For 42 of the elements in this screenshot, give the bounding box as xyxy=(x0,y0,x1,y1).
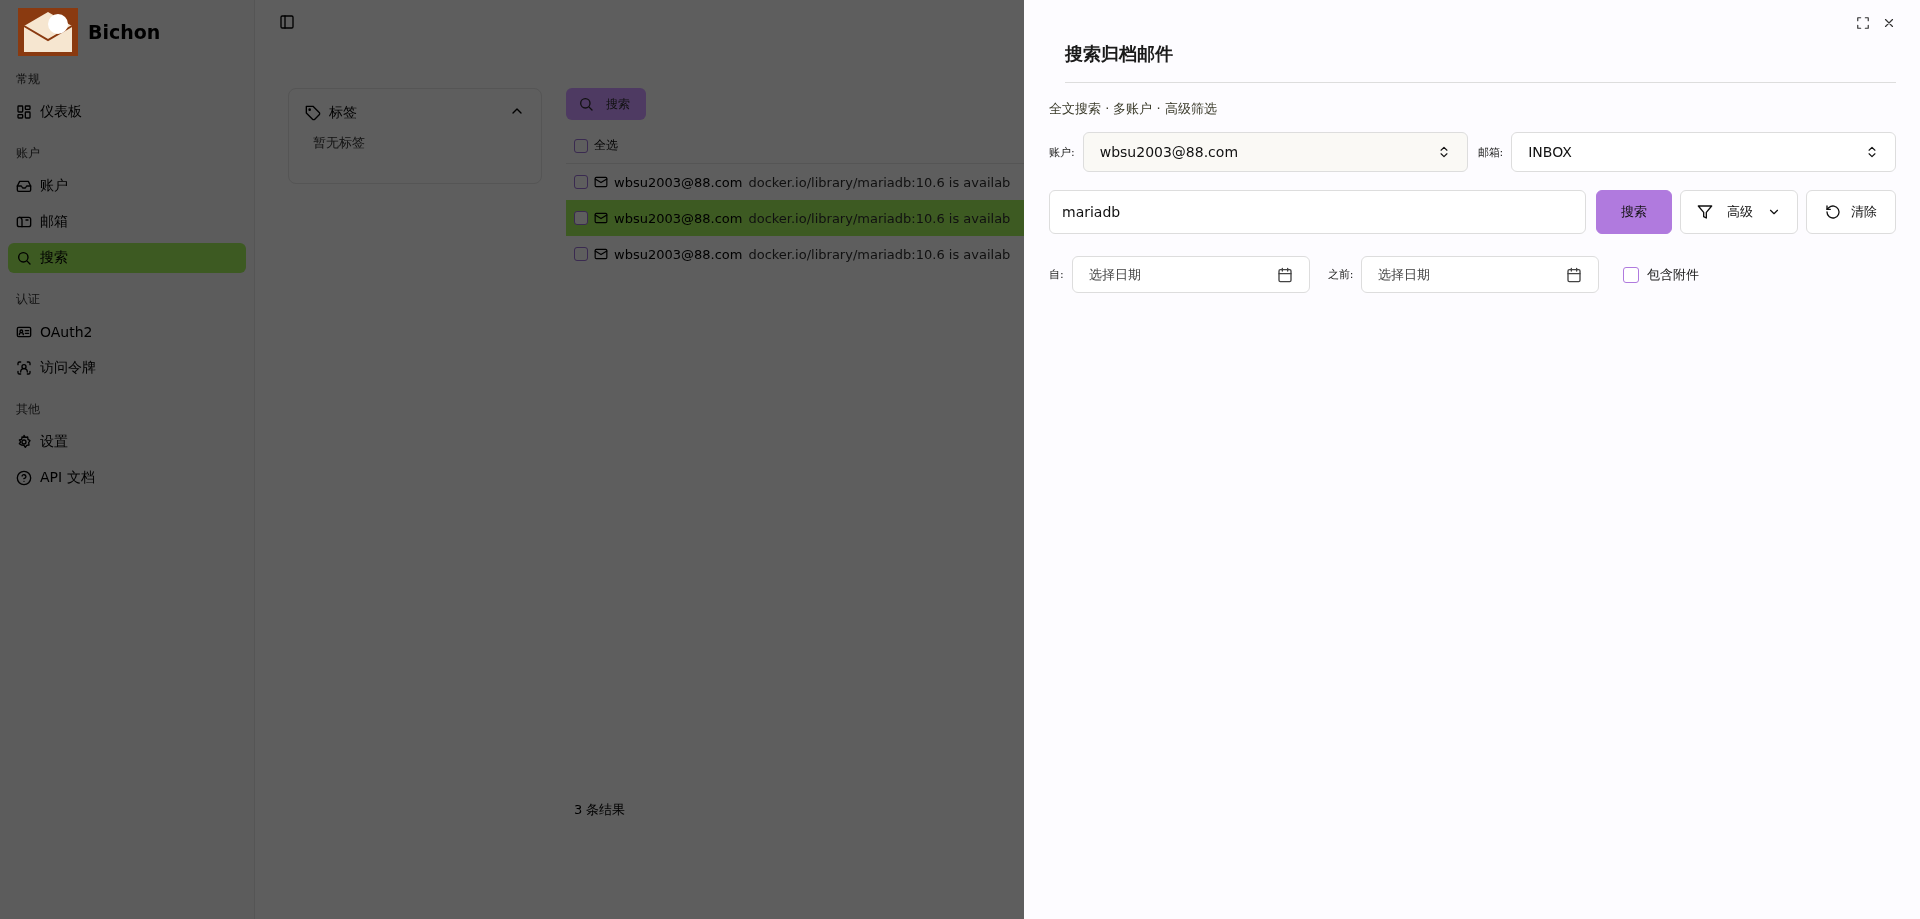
mail-row[interactable]: wbsu2003@88.com docker.io/library/mariadb:10.6 is availab xyxy=(566,236,1026,272)
sidebar-item[interactable]: 设置 xyxy=(8,427,246,457)
sidebar-item[interactable]: 邮箱 xyxy=(8,207,246,237)
app-name: Bichon xyxy=(88,21,161,43)
drawer-subtitle: 全文搜索 · 多账户 · 高级筛选 xyxy=(1049,100,1218,118)
mail-row[interactable]: wbsu2003@88.com docker.io/library/mariadb:10.6 is availab xyxy=(566,200,1026,236)
advanced-button[interactable]: 高级 xyxy=(1680,190,1798,234)
account-select[interactable]: wbsu2003@88.com xyxy=(1082,132,1468,172)
sidebar-item[interactable]: 账户 xyxy=(8,171,246,201)
section-label: 常规 xyxy=(15,72,41,87)
checkbox-label: 包含附件 xyxy=(1647,265,1700,284)
sidebar-item[interactable]: API 文档 xyxy=(8,463,246,493)
search-button[interactable]: 搜索 xyxy=(1596,190,1672,234)
search-button[interactable]: 搜索 xyxy=(566,88,646,120)
panel-title: 标签 xyxy=(329,103,358,122)
section-label: 账户 xyxy=(15,146,41,161)
search-input[interactable]: mariadb xyxy=(1049,190,1586,234)
section-label: 认证 xyxy=(15,292,41,307)
clear-button[interactable]: 清除 xyxy=(1806,190,1896,234)
field-label: 之前: xyxy=(1327,267,1354,282)
result-count: 3 条结果 xyxy=(573,801,627,819)
date-field[interactable]: 选择日期 xyxy=(1071,256,1310,293)
date-field[interactable]: 选择日期 xyxy=(1361,256,1600,293)
mail-sender: wbsu2003@88.com xyxy=(614,210,743,226)
mail-subject: docker.io/library/mariadb:10.6 is availab xyxy=(748,210,1011,226)
mail-subject: docker.io/library/mariadb:10.6 is availab xyxy=(748,246,1011,262)
sidebar-item[interactable]: OAuth2 xyxy=(8,317,246,347)
mail-sender: wbsu2003@88.com xyxy=(614,246,743,262)
field-label: 邮箱: xyxy=(1477,144,1504,160)
sidebar-item[interactable]: 访问令牌 xyxy=(8,353,246,383)
section-label: 其他 xyxy=(15,402,41,417)
field-label: 账户: xyxy=(1049,144,1075,160)
mail-row[interactable]: wbsu2003@88.com docker.io/library/mariadb:10.6 is availab xyxy=(566,164,1026,200)
sidebar-item[interactable]: 搜索 xyxy=(8,243,246,273)
sidebar-item[interactable]: 仪表板 xyxy=(8,97,246,127)
drawer-title: 搜索归档邮件 xyxy=(1065,42,1896,83)
select-all-label: 全选 xyxy=(594,137,618,154)
mail-sender: wbsu2003@88.com xyxy=(614,174,743,190)
mailbox-select[interactable]: INBOX xyxy=(1511,132,1896,172)
mail-subject: docker.io/library/mariadb:10.6 is availab xyxy=(748,174,1011,190)
empty-text: 暂无标签 xyxy=(313,134,366,152)
field-label: 自: xyxy=(1049,267,1064,282)
